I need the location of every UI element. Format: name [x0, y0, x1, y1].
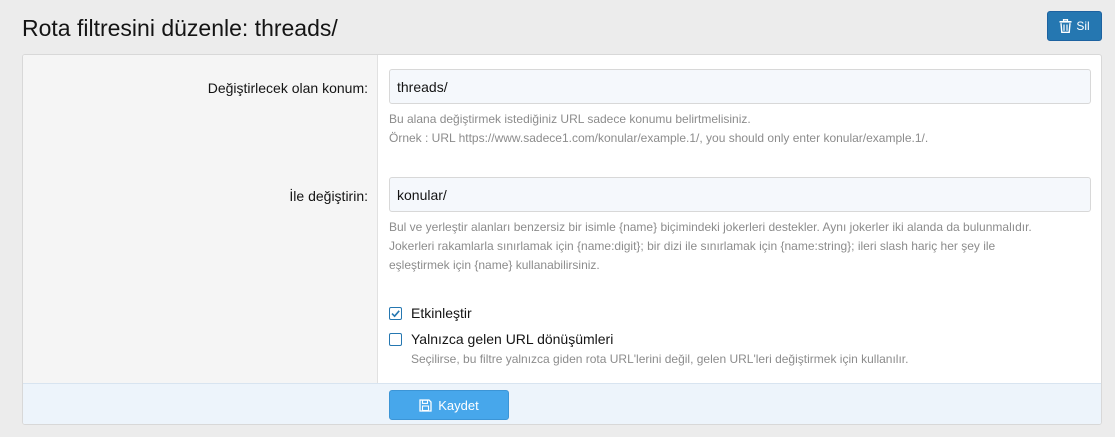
page-title: Rota filtresini düzenle: threads/	[22, 15, 338, 41]
delete-button[interactable]: Sil	[1047, 11, 1102, 41]
enable-checkbox[interactable]	[389, 306, 402, 320]
route-filter-form: Değiştirlecek olan konum: threads/ Bu al…	[22, 54, 1102, 425]
find-hint-line2: Örnek : URL https://www.sadece1.com/konu…	[389, 131, 929, 145]
find-input[interactable]: threads/	[389, 69, 1091, 104]
replace-hint-line1: Bul ve yerleştir alanları benzersiz bir …	[389, 220, 1032, 234]
page-header: Rota filtresini düzenle: threads/ Sil	[0, 0, 1115, 54]
replace-input[interactable]: konular/	[389, 177, 1091, 212]
save-button[interactable]: Kaydet	[389, 390, 509, 420]
replace-hint-line3: eşleştirmek için {name} kullanabilirsini…	[389, 258, 600, 272]
replace-label: İle değiştirin:	[289, 188, 368, 204]
incoming-only-label: Yalnızca gelen URL dönüşümleri	[411, 331, 614, 347]
find-label: Değiştirlecek olan konum:	[207, 80, 368, 96]
save-icon	[419, 398, 432, 412]
enable-checkbox-row[interactable]: Etkinleştir	[389, 305, 472, 321]
label-column	[23, 55, 378, 383]
save-button-label: Kaydet	[438, 397, 479, 413]
delete-button-label: Sil	[1076, 19, 1090, 33]
find-hint: Bu alana değiştirmek istediğiniz URL sad…	[389, 110, 1094, 148]
checkmark-icon	[391, 309, 400, 317]
trash-icon	[1059, 19, 1072, 33]
incoming-only-hint: Seçilirse, bu filtre yalnızca giden rota…	[411, 352, 909, 366]
replace-hint: Bul ve yerleştir alanları benzersiz bir …	[389, 218, 1094, 275]
incoming-only-checkbox-row[interactable]: Yalnızca gelen URL dönüşümleri	[389, 331, 613, 347]
find-hint-line1: Bu alana değiştirmek istediğiniz URL sad…	[389, 112, 751, 126]
incoming-only-checkbox[interactable]	[389, 332, 402, 346]
form-footer: Kaydet	[23, 383, 1101, 424]
enable-label: Etkinleştir	[411, 305, 472, 321]
replace-hint-line2: Jokerleri rakamlarla sınırlamak için {na…	[389, 239, 996, 253]
